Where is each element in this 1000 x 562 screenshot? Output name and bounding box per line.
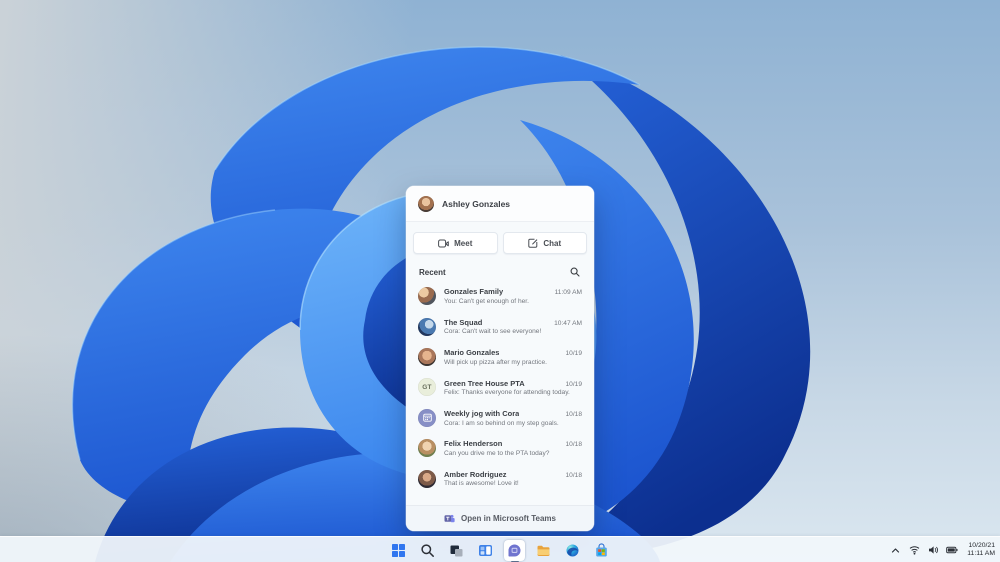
task-view-icon: [450, 545, 463, 556]
teams-chat-icon: [508, 544, 521, 556]
search-button[interactable]: [417, 540, 438, 561]
chat-row-amber-rodriguez[interactable]: Amber Rodriguez 10/18 That is awesome! L…: [406, 463, 594, 493]
chat-timestamp: 10/18: [565, 471, 582, 479]
battery-icon: [946, 546, 958, 554]
recent-label: Recent: [419, 267, 446, 277]
file-explorer-icon: [537, 545, 550, 556]
chat-name: The Squad: [444, 317, 483, 327]
wifi-icon: [909, 546, 920, 555]
compose-icon: [528, 238, 538, 248]
chat-timestamp: 10/19: [565, 380, 582, 388]
chat-name: Felix Henderson: [444, 439, 503, 449]
chat-preview: That is awesome! Love it!: [444, 480, 519, 488]
file-explorer-button[interactable]: [533, 540, 554, 561]
chat-row-mario-gonzales[interactable]: Mario Gonzales 10/19 Will pick up pizza …: [406, 342, 594, 372]
microsoft-store-icon: [596, 542, 607, 556]
chat-row-weekly-jog-with-cora[interactable]: Weekly jog with Cora 10/18 Cora: I am so…: [406, 403, 594, 433]
avatar-initials: GT: [422, 383, 432, 391]
chat-preview: Felix: Thanks everyone for attending tod…: [444, 389, 570, 397]
taskbar: 10/20/21 11:11 AM: [0, 536, 1000, 562]
search-button[interactable]: [569, 266, 581, 278]
chat-timestamp: 10/18: [565, 441, 582, 449]
clock-date: 10/20/21: [968, 541, 995, 549]
chat-name: Mario Gonzales: [444, 348, 500, 358]
widgets-icon: [479, 544, 492, 556]
contact-avatar: [418, 439, 436, 458]
chat-preview: Can you drive me to the PTA today?: [444, 449, 550, 457]
wifi-button[interactable]: [908, 542, 920, 558]
chat-preview: Cora: I am so behind on my step goals.: [444, 419, 559, 427]
chat-timestamp: 10/18: [565, 411, 582, 418]
open-in-teams-label: Open in Microsoft Teams: [461, 514, 556, 523]
system-tray: 10/20/21 11:11 AM: [889, 537, 995, 562]
microsoft-store-button[interactable]: [591, 540, 612, 561]
chat-timestamp: 10:47 AM: [554, 319, 582, 327]
user-avatar: [418, 195, 434, 212]
chat-button[interactable]: Chat: [502, 232, 587, 254]
widgets-button[interactable]: [475, 540, 496, 561]
speaker-icon: [928, 546, 938, 554]
search-icon: [421, 543, 434, 557]
calendar-avatar: [418, 408, 436, 427]
chat-row-the-squad[interactable]: The Squad 10:47 AM Cora: Can't wait to s…: [406, 311, 594, 341]
taskbar-center-icons: [388, 537, 612, 562]
taskbar-clock[interactable]: 10/20/21 11:11 AM: [965, 542, 995, 559]
meet-button[interactable]: Meet: [413, 232, 498, 254]
calendar-icon: [422, 414, 432, 422]
initials-avatar: GT: [418, 378, 436, 397]
hidden-icons-chevron-button[interactable]: [889, 542, 901, 558]
chat-preview: Will pick up pizza after my practice.: [444, 358, 547, 366]
chat-row-green-tree-house-pta[interactable]: GT Green Tree House PTA 10/19 Felix: Tha…: [406, 372, 594, 402]
chat-row-gonzales-family[interactable]: Gonzales Family 11:09 AM You: Can't get …: [406, 281, 594, 311]
edge-browser-icon: [566, 544, 579, 556]
chat-name: Gonzales Family: [444, 287, 504, 297]
start-button[interactable]: [388, 540, 409, 561]
chat-timestamp: 10/19: [565, 350, 582, 358]
battery-button[interactable]: [946, 542, 958, 558]
recent-chat-list: Gonzales Family 11:09 AM You: Can't get …: [406, 281, 594, 505]
chat-preview: You: Can't get enough of her.: [444, 297, 529, 305]
search-icon: [570, 267, 580, 277]
chat-preview: Cora: Can't wait to see everyone!: [444, 328, 542, 336]
chat-name: Amber Rodriguez: [444, 469, 507, 479]
profile-header[interactable]: Ashley Gonzales: [406, 186, 594, 222]
teams-logo-icon: [444, 514, 455, 523]
desktop-wallpaper: Ashley Gonzales Meet Chat Recent Gonzale…: [0, 0, 1000, 562]
meet-button-label: Meet: [454, 238, 473, 248]
windows-start-icon: [392, 543, 405, 557]
chat-row-felix-henderson[interactable]: Felix Henderson 10/18 Can you drive me t…: [406, 433, 594, 463]
recent-header: Recent: [406, 260, 594, 281]
chat-name: Weekly jog with Cora: [444, 409, 520, 418]
contact-avatar: [418, 469, 436, 488]
edge-button[interactable]: [562, 540, 583, 561]
open-in-teams-button[interactable]: Open in Microsoft Teams: [406, 505, 594, 531]
video-camera-icon: [438, 239, 449, 247]
chat-button-label: Chat: [543, 238, 562, 248]
task-view-button[interactable]: [446, 540, 467, 561]
contact-avatar: [418, 347, 436, 366]
user-name: Ashley Gonzales: [442, 198, 511, 209]
chat-name: Green Tree House PTA: [444, 378, 525, 388]
teams-chat-button[interactable]: [504, 539, 525, 561]
quick-actions: Meet Chat: [406, 222, 594, 260]
teams-chat-flyout: Ashley Gonzales Meet Chat Recent Gonzale…: [406, 186, 594, 531]
group-avatar: [418, 317, 436, 336]
chevron-up-icon: [891, 547, 899, 553]
chat-timestamp: 11:09 AM: [554, 289, 582, 297]
group-avatar: [418, 287, 436, 306]
volume-button[interactable]: [927, 542, 939, 558]
clock-time: 11:11 AM: [967, 550, 995, 557]
